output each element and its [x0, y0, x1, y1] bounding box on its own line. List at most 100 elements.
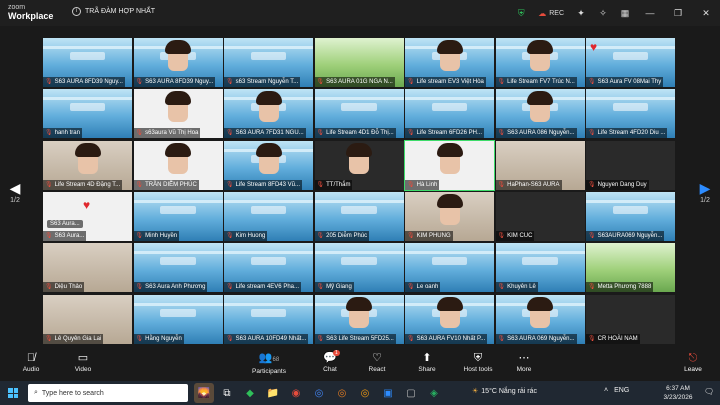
participant-tile[interactable]: 🎙 S63 AURA 8FD39 Nguy... — [43, 38, 132, 87]
participant-tile[interactable]: 🎙 S63 AURA 8FD39 Nguy... — [133, 38, 223, 87]
meeting-info[interactable]: i TRÃ ĐÀM HỢP NHẤT — [72, 7, 155, 16]
participant-tile[interactable]: 🎙 Lê Quyên Gia Lai — [43, 294, 132, 344]
mic-muted-icon: 🎙 — [45, 130, 53, 137]
app-gray-icon[interactable]: ▢ — [401, 383, 421, 403]
participant-name-tag: 🎙 S63 AURA 01G NGA N... — [314, 77, 395, 87]
prev-page[interactable]: ◀ 1/2 — [2, 180, 28, 204]
weather-widget-icon[interactable]: 🌄 — [194, 383, 214, 403]
participant-tile[interactable]: 🎙 S63 AURA 7FD31 NGU... — [224, 89, 313, 139]
participant-name-tag: 🎙 Life stream 4EV6 Pha... — [224, 282, 301, 293]
participant-tile[interactable]: 🎙 CR HOÀI NAM — [586, 294, 675, 344]
mic-muted-icon: 🎙 — [588, 232, 596, 239]
mic-muted-icon: 🎙 — [316, 79, 325, 85]
participant-tile[interactable]: 🎙 hanh tran — [43, 89, 132, 139]
participant-tile[interactable]: 🎙 s63aura Vũ Thị Hoa — [133, 89, 223, 139]
app-icon[interactable]: ◉ — [286, 383, 306, 403]
participant-tile[interactable]: 🎙 Metta Phương 7888 — [586, 243, 675, 293]
participant-tile[interactable]: 🎙 S63 Life Stream 5FD25... — [314, 294, 404, 344]
participant-tile[interactable]: 🎙 Life Stream 4FD20 Diu ... — [586, 89, 675, 139]
participant-tile[interactable]: 🎙 TRẦN DIỄM PHÚC — [133, 140, 223, 190]
more-button[interactable]: ⋯ More — [499, 350, 549, 373]
recording-indicator[interactable]: ☁ REC — [532, 9, 570, 18]
mic-muted-icon: 🎙 — [226, 181, 234, 188]
mic-muted-icon: 🎙 — [45, 79, 53, 85]
ai-companion-icon[interactable]: ✦ — [570, 2, 592, 24]
task-view-icon[interactable]: ⧉ — [217, 383, 237, 403]
weather-status[interactable]: ☀ 15°C Nắng rải rác — [472, 387, 537, 396]
chevron-left-icon[interactable]: ◀ — [2, 180, 28, 197]
chrome-icon[interactable]: ◎ — [309, 383, 329, 403]
heart-icon: ♡ — [372, 352, 382, 364]
participant-tile[interactable]: 🎙 TT/Thắm — [314, 140, 404, 190]
chevron-up-icon[interactable]: ˄ — [604, 387, 608, 394]
language-indicator[interactable]: ENG — [614, 387, 629, 394]
file-explorer-icon[interactable]: 📁 — [263, 383, 283, 403]
participant-tile[interactable]: ♥ 🎙 S63 Aura FV 08Mai Thy — [586, 38, 675, 87]
participant-tile[interactable]: 🎙 Mỹ Giang — [314, 243, 404, 293]
participant-tile[interactable]: 🎙 S63 AURA 01G NGA N... — [314, 38, 404, 87]
meeting-title: TRÃ ĐÀM HỢP NHẤT — [85, 8, 156, 15]
participant-tile[interactable]: 🎙 S63 AURA 069 Nguyễn... — [495, 294, 585, 344]
participant-name-tag: 🎙 Nguyen Dang Duy — [586, 179, 649, 190]
participant-name-tag: 🎙 KIM PHUNG — [405, 230, 453, 241]
participant-tile[interactable]: 🎙 Hà Linh — [404, 139, 495, 191]
clock[interactable]: 6:37 AM 3/23/2026 — [658, 384, 698, 402]
participant-tile[interactable]: 🎙 Hằng Nguyễn — [133, 294, 223, 344]
participant-tile[interactable]: 🎙 KIM PHUNG — [405, 191, 494, 241]
video-button[interactable]: ▭ Video — [58, 350, 108, 373]
participant-tile[interactable]: 🎙 Life Stream 8FD43 Vũ... — [224, 140, 313, 190]
next-page[interactable]: ▶ 1/2 — [692, 180, 718, 204]
audio-button[interactable]: 🎙̸ Audio — [6, 350, 56, 373]
chevron-right-icon[interactable]: ▶ — [692, 180, 718, 197]
minimize-button[interactable]: — — [636, 0, 664, 26]
participant-tile[interactable]: 🎙 Le oanh — [405, 243, 494, 293]
host-tools-button[interactable]: ⛨ Host tools — [453, 350, 503, 373]
leave-button[interactable]: ⎋ Leave — [668, 350, 718, 373]
participant-tile[interactable]: 🎙 S63AURA069 Nguyễn... — [586, 191, 675, 241]
participant-tile[interactable]: 🎙 Life stream EV3 Việt Hòa — [405, 38, 494, 87]
participant-tile[interactable]: 🎙 Kim Huong — [224, 191, 313, 241]
participant-tile[interactable]: 🎙 S63 AURA 10FD49 Nhất... — [224, 294, 313, 344]
heart-reaction-icon: ♥ — [590, 40, 598, 54]
participant-tile[interactable]: 🎙 KIM CUC — [495, 191, 585, 241]
participant-tile[interactable]: 🎙 Nguyen Dang Duy — [586, 140, 675, 190]
react-button[interactable]: ♡ React — [352, 350, 402, 373]
participant-tile[interactable]: 🎙 Minh Huyền — [133, 191, 223, 241]
taskbar-search[interactable]: ⌕ Type here to search — [28, 384, 188, 402]
share-label: Share — [418, 366, 436, 373]
participant-tile[interactable]: 🎙 Life Stream 4D Đặng T... — [43, 140, 132, 190]
camtasia-icon[interactable]: ◆ — [240, 383, 260, 403]
participant-tile[interactable]: 🎙 Life Stream 4D1 Đỗ Thị... — [314, 89, 404, 139]
participant-tile[interactable]: 🎙 Life Stream FV7 Trúc N... — [495, 38, 585, 87]
participant-tile[interactable]: 🎙 S63 AURA 086 Nguyễn... — [495, 89, 585, 139]
app-green-icon[interactable]: ◈ — [424, 383, 444, 403]
participant-name: s63 Stream Nguyễn T... — [235, 79, 299, 85]
close-button[interactable]: ✕ — [692, 0, 720, 26]
participant-tile[interactable]: 🎙 Diệu Thảo — [43, 243, 132, 293]
sparkle-icon[interactable]: ✧ — [592, 2, 614, 24]
restore-button[interactable]: ❐ — [664, 0, 692, 26]
more-label: More — [516, 366, 532, 373]
encryption-shield-icon[interactable]: ⛨ — [510, 2, 532, 24]
participant-tile[interactable]: ♥ S63 Aura... 🎙 S63 Aura... — [43, 191, 132, 241]
info-icon[interactable]: i — [72, 7, 81, 16]
gallery-view-icon[interactable]: ▦ — [614, 2, 636, 24]
participant-tile[interactable]: 🎙 Khuyên Lê — [495, 243, 585, 293]
chrome-alt-icon[interactable]: ◎ — [355, 383, 375, 403]
participant-tile[interactable]: 🎙 s63 Stream Nguyễn T... — [224, 38, 313, 87]
notification-icon[interactable]: 🗨 — [704, 387, 714, 396]
participant-tile[interactable]: 🎙 Life Stream 6FD26 PH... — [405, 89, 494, 139]
participant-tile[interactable]: 🎙 S63 Aura Anh Phương — [133, 243, 223, 293]
page-indicator-right: 1/2 — [700, 197, 710, 204]
share-button[interactable]: ⬆ Share — [402, 350, 452, 373]
participants-button[interactable]: 👥68 Participants — [244, 350, 294, 375]
participant-tile[interactable]: 🎙 205 Diễm Phúc — [314, 191, 404, 241]
participant-tile[interactable]: 🎙 S63 AURA FV10 Nhất P... — [405, 294, 494, 344]
participant-tile[interactable]: 🎙 Life stream 4EV6 Pha... — [224, 243, 313, 293]
chrome-profile-icon[interactable]: ◎ — [332, 383, 352, 403]
chat-button[interactable]: 💬 1 Chat — [305, 350, 355, 373]
participant-tile[interactable]: 🎙 HaPhan-S63 AURA — [495, 140, 585, 190]
start-button[interactable] — [0, 381, 26, 405]
zoom-taskbar-icon[interactable]: ▣ — [378, 383, 398, 403]
page-indicator-left: 1/2 — [10, 197, 20, 204]
